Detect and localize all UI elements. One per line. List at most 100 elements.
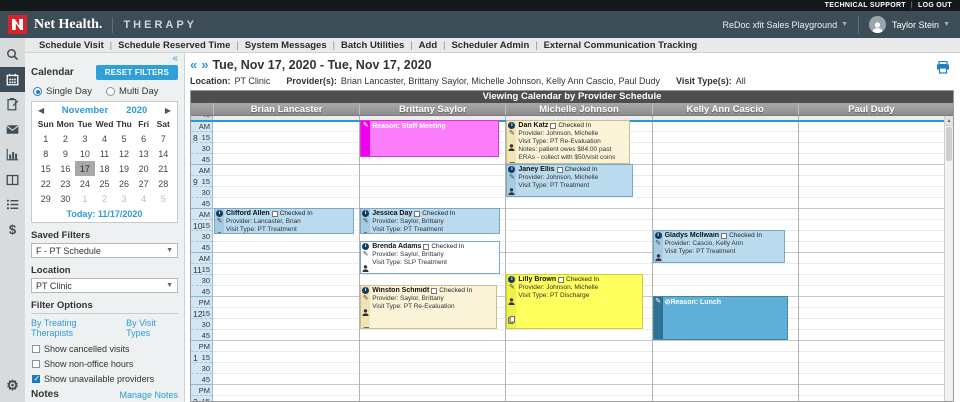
menu-item-schedule-visit[interactable]: Schedule Visit bbox=[33, 40, 110, 51]
reset-filters-button[interactable]: RESET FILTERS bbox=[96, 65, 178, 80]
prev-month-icon[interactable]: ◀ bbox=[38, 106, 44, 115]
appointment-dan-katz[interactable]: i✎$Dan KatzChecked InProvider: Johnson, … bbox=[506, 120, 630, 164]
appointment-winston-schmidt[interactable]: i✎$Winston SchmidtChecked InProvider: Sa… bbox=[360, 285, 497, 329]
checkbox-show-non-office-hours[interactable]: Show non-office hours bbox=[32, 359, 178, 369]
sidebar-item-settings[interactable]: ⚙ bbox=[0, 373, 25, 398]
appointment-clifford-allen[interactable]: i✎Clifford AllenChecked InProvider: Lanc… bbox=[214, 208, 354, 234]
vertical-scrollbar[interactable]: ▲ bbox=[944, 116, 953, 401]
scrollbar-thumb[interactable] bbox=[946, 127, 952, 161]
sidebar-item-bar-chart[interactable] bbox=[0, 142, 25, 167]
mini-cal-day-header: Wed bbox=[95, 117, 115, 131]
single-day-radio[interactable]: Single Day bbox=[33, 86, 92, 97]
mini-cal-day[interactable]: 22 bbox=[36, 176, 56, 191]
mini-cal-day[interactable]: 30 bbox=[56, 191, 76, 206]
user-menu[interactable]: Taylor Stein bbox=[892, 20, 939, 30]
mini-cal-day[interactable]: 18 bbox=[95, 161, 115, 176]
mini-cal-day[interactable]: 8 bbox=[36, 146, 56, 161]
mini-cal-day[interactable]: 29 bbox=[36, 191, 56, 206]
appointment-brenda-adams[interactable]: i✎Brenda AdamsChecked InProvider: Saylor… bbox=[360, 241, 500, 274]
mini-cal-day[interactable]: 9 bbox=[56, 146, 76, 161]
mini-cal-day-next-month[interactable]: 5 bbox=[153, 191, 173, 206]
mini-cal-day[interactable]: 2 bbox=[56, 131, 76, 146]
checked-in-checkbox[interactable] bbox=[558, 277, 564, 283]
mini-cal-day[interactable]: 25 bbox=[95, 176, 115, 191]
appointment-reason-lunch[interactable]: ✎⊘Reason: Lunch bbox=[653, 296, 788, 340]
checked-in-checkbox[interactable] bbox=[423, 244, 429, 250]
menu-item-schedule-reserved-time[interactable]: Schedule Reserved Time bbox=[112, 40, 236, 51]
mini-cal-day[interactable]: 21 bbox=[153, 161, 173, 176]
multi-day-radio[interactable]: Multi Day bbox=[106, 86, 159, 97]
mini-cal-day[interactable]: 1 bbox=[36, 131, 56, 146]
mini-cal-month[interactable]: November bbox=[62, 105, 108, 116]
print-icon[interactable] bbox=[936, 61, 950, 79]
appointment-jessica-day[interactable]: i✎Jessica DayChecked InProvider: Saylor,… bbox=[360, 208, 500, 234]
sidebar-item-mail[interactable] bbox=[0, 117, 25, 142]
location-select[interactable]: PT Clinic▼ bbox=[31, 278, 178, 293]
mini-cal-day[interactable]: 10 bbox=[75, 146, 95, 161]
menu-item-system-messages[interactable]: System Messages bbox=[239, 40, 333, 51]
menu-item-external-communication-tracking[interactable]: External Communication Tracking bbox=[538, 40, 704, 51]
log-out-link[interactable]: LOG OUT bbox=[918, 2, 952, 9]
mini-cal-day[interactable]: 23 bbox=[56, 176, 76, 191]
mini-cal-day-next-month[interactable]: 1 bbox=[75, 191, 95, 206]
menu-item-batch-utilities[interactable]: Batch Utilities bbox=[335, 40, 410, 51]
technical-support-link[interactable]: TECHNICAL SUPPORT bbox=[825, 2, 906, 9]
checkbox-show-cancelled-visits[interactable]: Show cancelled visits bbox=[32, 344, 178, 354]
mini-cal-day[interactable]: 16 bbox=[56, 161, 76, 176]
saved-filters-select[interactable]: F - PT Schedule▼ bbox=[31, 243, 178, 258]
mini-cal-day[interactable]: 26 bbox=[114, 176, 134, 191]
mini-cal-day[interactable]: 19 bbox=[114, 161, 134, 176]
menu-item-add[interactable]: Add bbox=[413, 40, 443, 51]
appointment-lilly-brown[interactable]: i✎$Lilly BrownChecked InProvider: Johnso… bbox=[506, 274, 643, 329]
checked-in-checkbox[interactable] bbox=[721, 233, 727, 239]
sidebar-item-calendar[interactable] bbox=[0, 67, 25, 92]
sidebar-item-clipboard-edit[interactable] bbox=[0, 92, 25, 117]
user-avatar[interactable] bbox=[869, 16, 886, 33]
mini-cal-day-next-month[interactable]: 3 bbox=[114, 191, 134, 206]
next-month-icon[interactable]: ▶ bbox=[165, 106, 171, 115]
appointment-janey-ellis[interactable]: i✎Janey EllisChecked InProvider: Johnson… bbox=[506, 164, 633, 197]
mini-cal-day[interactable]: 11 bbox=[95, 146, 115, 161]
mini-cal-year[interactable]: 2020 bbox=[126, 105, 147, 116]
next-day-icon[interactable]: » bbox=[201, 60, 208, 70]
list-icon bbox=[6, 199, 19, 210]
mini-cal-day-next-month[interactable]: 2 bbox=[95, 191, 115, 206]
sidebar-item-search[interactable] bbox=[0, 42, 25, 67]
checked-in-checkbox[interactable] bbox=[431, 288, 437, 294]
checked-in-checkbox[interactable] bbox=[272, 211, 278, 217]
checkbox-show-unavailable-providers[interactable]: Show unavailable providers bbox=[32, 374, 178, 384]
mini-cal-day[interactable]: 12 bbox=[114, 146, 134, 161]
mini-cal-day[interactable]: 7 bbox=[153, 131, 173, 146]
mini-cal-day[interactable]: 14 bbox=[153, 146, 173, 161]
checked-in-checkbox[interactable] bbox=[557, 167, 563, 173]
mini-cal-day[interactable]: 15 bbox=[36, 161, 56, 176]
mini-cal-day[interactable]: 24 bbox=[75, 176, 95, 191]
scroll-up-arrow-icon[interactable]: ▲ bbox=[945, 116, 953, 126]
mini-cal-day[interactable]: 5 bbox=[114, 131, 134, 146]
sidebar-item-list[interactable] bbox=[0, 192, 25, 217]
mini-cal-day-next-month[interactable]: 4 bbox=[134, 191, 154, 206]
appointment-gladys-mcilwain[interactable]: i✎Gladys McIlwainChecked InProvider: Cas… bbox=[653, 230, 786, 263]
mini-cal-day-selected[interactable]: 17 bbox=[75, 161, 95, 176]
mini-cal-day[interactable]: 13 bbox=[134, 146, 154, 161]
mini-cal-day[interactable]: 4 bbox=[95, 131, 115, 146]
quarter-line bbox=[213, 263, 944, 264]
appointment-reason-staff-meeting[interactable]: ✎Reason: Staff Meeting bbox=[360, 120, 498, 157]
today-link[interactable]: Today: 11/17/2020 bbox=[36, 206, 173, 221]
prev-day-icon[interactable]: « bbox=[190, 60, 197, 70]
mini-cal-day[interactable]: 27 bbox=[134, 176, 154, 191]
mini-cal-day[interactable]: 6 bbox=[134, 131, 154, 146]
mini-cal-day[interactable]: 20 bbox=[134, 161, 154, 176]
mini-cal-day[interactable]: 28 bbox=[153, 176, 173, 191]
filter-link-by-treating-therapists[interactable]: By Treating Therapists bbox=[31, 318, 114, 338]
collapse-panel-icon[interactable]: « bbox=[172, 53, 178, 64]
menu-item-scheduler-admin[interactable]: Scheduler Admin bbox=[445, 40, 535, 51]
sidebar-item-book[interactable] bbox=[0, 167, 25, 192]
org-selector[interactable]: ReDoc xfit Sales Playground bbox=[723, 20, 838, 30]
filter-link-by-visit-types[interactable]: By Visit Types bbox=[126, 318, 178, 338]
sidebar-item-dollar[interactable]: $ bbox=[0, 217, 25, 242]
mini-cal-day[interactable]: 3 bbox=[75, 131, 95, 146]
manage-notes-link[interactable]: Manage Notes bbox=[119, 390, 178, 400]
checked-in-checkbox[interactable] bbox=[550, 123, 556, 129]
checked-in-checkbox[interactable] bbox=[414, 211, 420, 217]
